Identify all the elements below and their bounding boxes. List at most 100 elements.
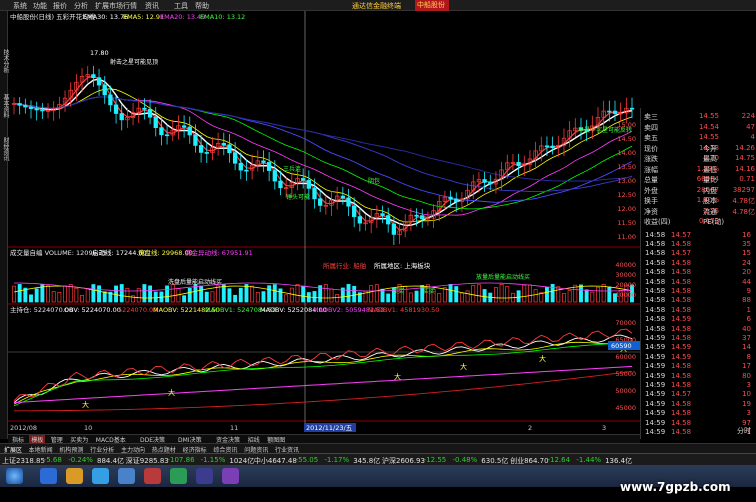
volume-bar xyxy=(91,284,96,303)
ma-line xyxy=(13,78,633,227)
tick-time: 14:58 xyxy=(645,324,666,333)
player-icon[interactable] xyxy=(222,468,239,484)
volume-avg3: 资金异动线: 67951.91 xyxy=(185,248,253,257)
candle-body xyxy=(198,145,204,153)
sidebar-finance-news[interactable]: 财经资讯 xyxy=(0,129,9,169)
quote-row: 卖四 14.54 47 xyxy=(641,123,756,133)
stock-name-badge[interactable]: 中船股份 xyxy=(415,0,449,11)
quote-label: 股本 xyxy=(703,197,717,205)
tick-time: 14:59 xyxy=(645,409,666,418)
tick-footer-label: 分时 xyxy=(737,427,751,435)
ma-line xyxy=(13,75,633,231)
menu-news[interactable]: 资讯 xyxy=(145,1,159,11)
volume-bar xyxy=(210,291,215,303)
volume-bar xyxy=(590,291,595,303)
candle-body xyxy=(17,103,22,106)
volume-bar xyxy=(459,292,464,303)
candle-body xyxy=(278,180,283,189)
quote-row: 涨幅 1.39% 最低 14.16 xyxy=(641,165,756,175)
media-icon[interactable] xyxy=(92,468,109,484)
menu-extended-market[interactable]: 扩展市场行情 xyxy=(95,1,137,11)
candle-body xyxy=(380,213,385,216)
sidebar-tech-analysis[interactable]: 技术分析 xyxy=(0,41,9,81)
menu-function[interactable]: 功能 xyxy=(33,1,47,11)
tick-volume: 9 xyxy=(746,286,751,295)
left-sidebar: 技术分析 基本资料 财经资讯 xyxy=(0,11,9,439)
volume-avg-line xyxy=(13,285,633,299)
volume-bar xyxy=(579,284,583,303)
quote-value: 14.75 xyxy=(734,154,755,162)
tick-footer[interactable]: 分时 xyxy=(641,426,756,437)
kline-chart[interactable]: 大大大大大大 15.0014.5014.0013.5013.0012.5012.… xyxy=(8,11,640,435)
menu-analysis[interactable]: 分析 xyxy=(74,1,88,11)
volume-y-tick: 30000 xyxy=(615,271,636,279)
volume-bar xyxy=(289,287,294,303)
obv-current-value: 60590 xyxy=(611,342,632,350)
volume-bar xyxy=(567,290,572,303)
tick-price: 14.59 xyxy=(671,315,692,324)
volume-bar xyxy=(596,286,600,303)
tick-volume: 3 xyxy=(746,409,751,418)
menu-system[interactable]: 系统 xyxy=(13,1,27,11)
volume-bar xyxy=(346,284,351,303)
tick-time: 14:58 xyxy=(645,249,666,258)
menu-tools[interactable]: 工具 xyxy=(174,1,188,11)
candle-body xyxy=(318,198,323,206)
candle-body xyxy=(391,223,397,235)
quote-value: 14.54 xyxy=(698,122,719,131)
status-item: -1.15% xyxy=(200,456,226,464)
start-button-icon[interactable] xyxy=(6,468,23,484)
x-tick-3: 11 xyxy=(230,424,238,432)
candle-body xyxy=(420,215,425,220)
volume-bar xyxy=(476,284,481,303)
candle-body xyxy=(386,215,391,225)
candle-body xyxy=(448,196,453,200)
quote-label: 换手 xyxy=(644,197,658,205)
volume-bar xyxy=(51,291,56,303)
obv-star-marker: 大 xyxy=(460,362,467,371)
tick-volume: 80 xyxy=(742,371,751,380)
volume-avg-line xyxy=(14,282,633,292)
volume-bar xyxy=(153,291,158,303)
sidebar-basic-info[interactable]: 基本资料 xyxy=(0,86,9,126)
trading-app-icon[interactable] xyxy=(144,468,161,484)
ie-icon[interactable] xyxy=(40,468,57,484)
volume-bar xyxy=(584,289,589,303)
tick-time: 14:58 xyxy=(645,305,666,314)
menu-help[interactable]: 帮助 xyxy=(195,1,209,11)
quote-value: 4.78亿 xyxy=(732,197,755,205)
maobv3-label: MAOBV1: 4581930.50 xyxy=(368,306,439,314)
volume-bar xyxy=(244,284,249,303)
obv-y-tick: 50000 xyxy=(615,387,636,395)
shooting-star-annotation: 射击之星可能见顶 xyxy=(110,58,158,66)
tick-volume: 17 xyxy=(742,362,751,371)
tick-price: 14.57 xyxy=(671,249,692,258)
folder-icon[interactable] xyxy=(66,468,83,484)
tick-price: 14.58 xyxy=(671,277,692,286)
volume-y-tick: 20000 xyxy=(615,281,636,289)
tick-volume: 15 xyxy=(742,249,751,258)
candle-body xyxy=(454,198,459,203)
tick-volume: 8 xyxy=(746,352,751,361)
candle-body xyxy=(306,179,311,189)
tick-volume: 16 xyxy=(742,230,751,239)
candle-body xyxy=(159,127,164,136)
menu-quote[interactable]: 报价 xyxy=(53,1,67,11)
volume-bar xyxy=(125,288,130,303)
chart-area[interactable]: 大大大大大大 15.0014.5014.0013.5013.0012.5012.… xyxy=(8,11,640,439)
chat-icon[interactable] xyxy=(170,468,187,484)
tick-time: 14:59 xyxy=(645,371,666,380)
volume-bar xyxy=(386,293,391,303)
status-item: -55.05 xyxy=(295,456,319,464)
mail-icon[interactable] xyxy=(118,468,135,484)
candle-body xyxy=(612,110,618,114)
volume-bar xyxy=(562,293,566,303)
obv-star-marker: 大 xyxy=(539,354,546,363)
candle-body xyxy=(301,178,306,181)
volume-bar xyxy=(573,284,578,303)
terminal-icon[interactable] xyxy=(196,468,213,484)
volume-bar xyxy=(80,294,84,303)
menubar: 系统 功能 报价 分析 扩展市场行情 资讯 工具 帮助 通达信金融终端 中船股份 xyxy=(0,0,756,11)
tick-volume: 19 xyxy=(742,399,751,408)
tick-price: 14.57 xyxy=(671,230,692,239)
